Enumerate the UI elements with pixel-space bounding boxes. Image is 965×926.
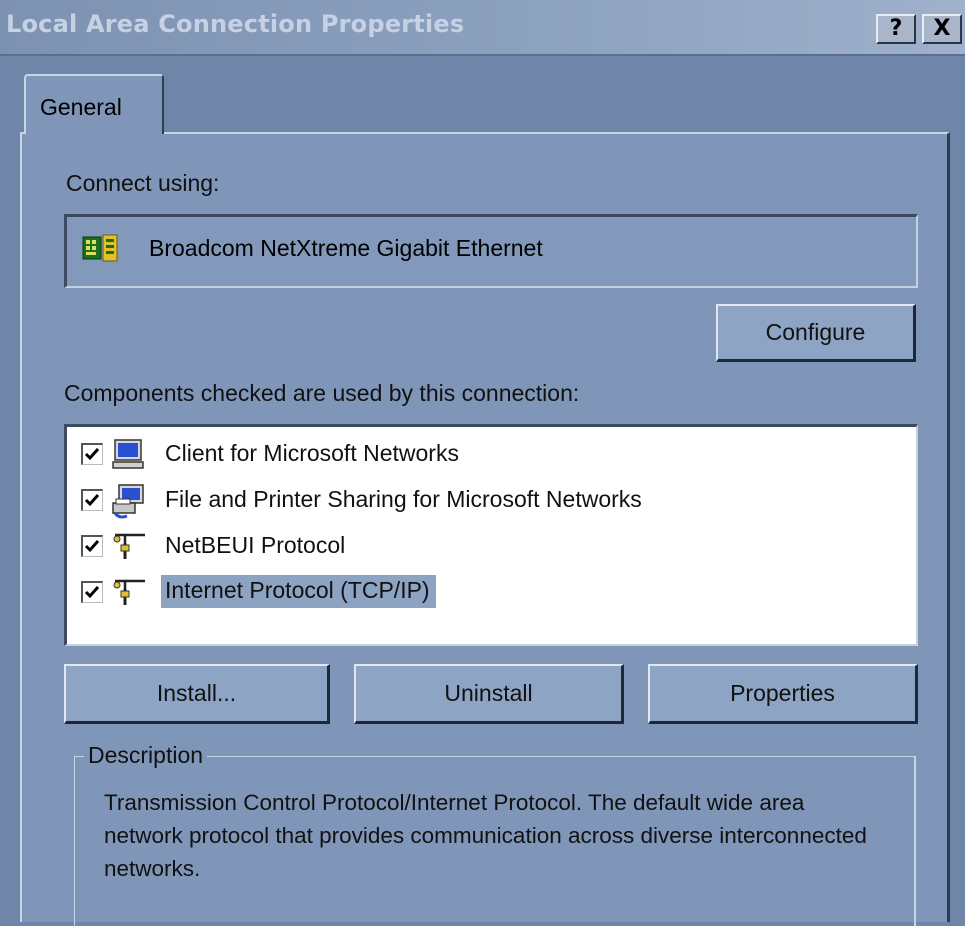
protocol-icon (111, 575, 147, 614)
tab-general-label: General (40, 94, 122, 120)
adapter-name: Broadcom NetXtreme Gigabit Ethernet (149, 235, 543, 261)
list-item-label: File and Printer Sharing for Microsoft N… (165, 486, 642, 512)
description-text: Transmission Control Protocol/Internet P… (104, 790, 867, 881)
description-title: Description (84, 742, 208, 769)
checkbox-tcpip[interactable] (81, 581, 103, 603)
window-title: Local Area Connection Properties (6, 10, 465, 38)
install-button[interactable]: Install... (64, 664, 330, 724)
network-card-icon (81, 231, 121, 270)
configure-button[interactable]: Configure (716, 304, 916, 362)
properties-button-label: Properties (730, 680, 835, 706)
tab-general[interactable]: General (24, 74, 164, 134)
uninstall-button-label: Uninstall (444, 680, 533, 706)
install-button-label: Install... (156, 680, 237, 706)
title-bar[interactable]: Local Area Connection Properties ? X (0, 0, 965, 56)
uninstall-button[interactable]: Uninstall (354, 664, 624, 724)
check-icon (84, 540, 100, 553)
checkbox-netbeui[interactable] (81, 535, 103, 557)
check-icon (84, 448, 100, 461)
list-item-label: NetBEUI Protocol (165, 532, 346, 558)
check-icon (84, 586, 100, 599)
connect-using-label: Connect using: (66, 170, 220, 196)
help-button[interactable]: ? (876, 14, 916, 44)
close-button[interactable]: X (922, 14, 962, 44)
configure-button-label: Configure (765, 319, 866, 345)
properties-button[interactable]: Properties (648, 664, 918, 724)
client-computer-icon (111, 437, 145, 476)
protocol-icon (111, 529, 147, 568)
list-item-label: Client for Microsoft Networks (165, 440, 459, 466)
components-label: Components checked are used by this conn… (64, 380, 580, 406)
checkbox-file-sharing[interactable] (81, 489, 103, 511)
list-item-label: Internet Protocol (TCP/IP) (161, 575, 436, 608)
printer-sharing-icon (111, 483, 147, 524)
adapter-field: Broadcom NetXtreme Gigabit Ethernet (64, 214, 918, 288)
components-list[interactable]: Client for Microsoft Networks File and P… (64, 424, 918, 646)
checkbox-client[interactable] (81, 443, 103, 465)
check-icon (84, 494, 100, 507)
